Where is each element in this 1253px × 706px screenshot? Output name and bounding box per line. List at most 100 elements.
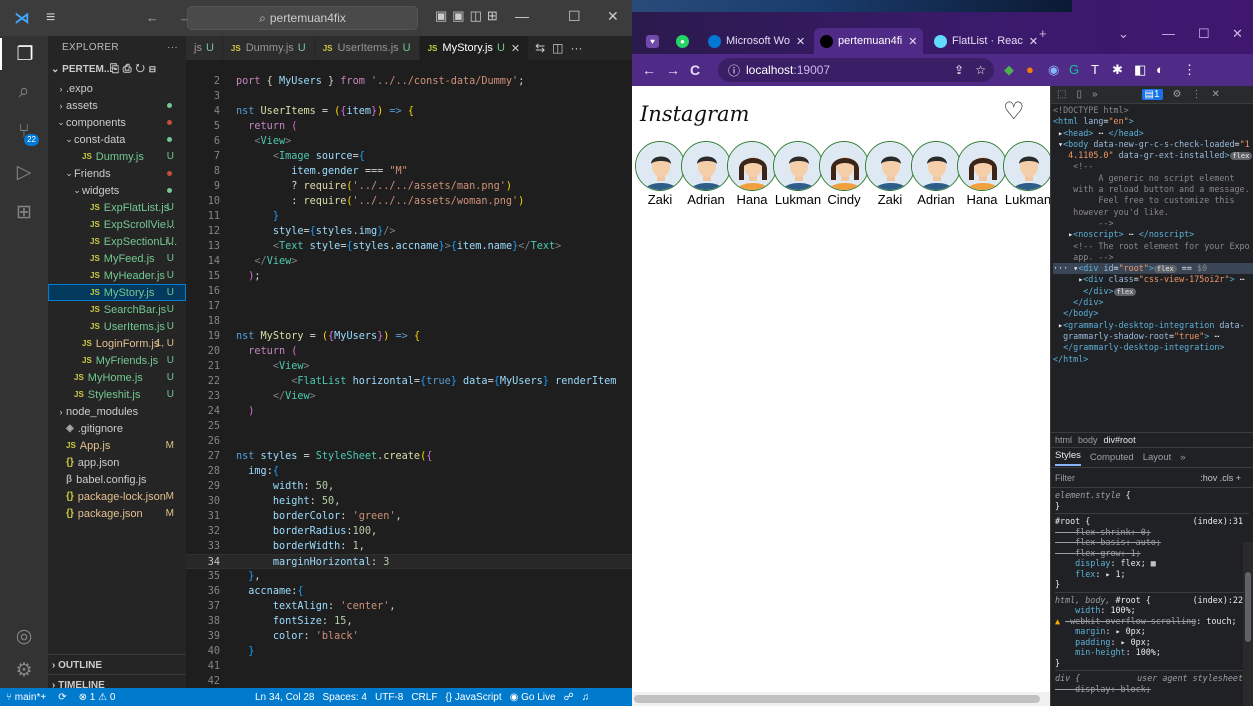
- extension-shield-icon[interactable]: ◆: [1004, 62, 1014, 78]
- horizontal-scrollbar[interactable]: [632, 692, 1050, 706]
- extensions-icon[interactable]: ⊞: [0, 196, 48, 228]
- filter-tools[interactable]: :hov .cls +: [1200, 473, 1241, 483]
- heart-icon[interactable]: ♡: [1003, 97, 1025, 126]
- address-bar[interactable]: ⓘ localhost:19007 ⇪ ☆: [718, 58, 994, 82]
- devtools-tab[interactable]: Layout: [1143, 452, 1172, 463]
- man-avatar[interactable]: [865, 141, 915, 191]
- story-item[interactable]: Cindy: [819, 141, 869, 207]
- prop-display[interactable]: display: flex; ▦: [1055, 558, 1249, 569]
- tree-item[interactable]: JS MyFriends.js U: [48, 352, 186, 369]
- rule-root[interactable]: #root {(index):31: [1055, 516, 1249, 527]
- editor-tab[interactable]: JS MyStory.js U ✕: [419, 36, 530, 60]
- prop-min-height[interactable]: min-height: 100%;: [1055, 647, 1249, 658]
- command-center-search[interactable]: ⌕ pertemuan4fix: [187, 6, 418, 30]
- browser-tab[interactable]: Microsoft Wo ✕: [702, 30, 811, 52]
- compare-icon[interactable]: ⇆: [535, 41, 545, 55]
- tree-item[interactable]: JS LoginForm.js 1, U: [48, 335, 186, 352]
- tree-item[interactable]: JS App.js M: [48, 437, 186, 454]
- story-item[interactable]: Lukman: [773, 141, 823, 207]
- more-actions-icon[interactable]: ···: [167, 42, 178, 53]
- back-icon[interactable]: ←: [642, 62, 656, 78]
- sync-icon[interactable]: ⟳: [52, 692, 72, 703]
- share-icon[interactable]: ⇪: [954, 63, 964, 77]
- side-panel-icon[interactable]: ◧: [1134, 62, 1146, 78]
- maximize-icon[interactable]: ☐: [568, 8, 581, 25]
- source-control-icon[interactable]: ⑂ 22: [0, 116, 48, 148]
- breadcrumb-item[interactable]: body: [1078, 435, 1098, 445]
- tree-item[interactable]: JS ExpScrollVie... U: [48, 216, 186, 233]
- breadcrumb-item[interactable]: div#root: [1104, 435, 1136, 445]
- dom-html[interactable]: <html lang="en">: [1053, 116, 1253, 127]
- elements-tree[interactable]: <!DOCTYPE html> <html lang="en"> ▸<head>…: [1051, 104, 1253, 432]
- man-avatar[interactable]: [1003, 141, 1050, 191]
- styles-scrollbar[interactable]: [1243, 542, 1253, 706]
- grammarly-icon[interactable]: G: [1069, 62, 1079, 77]
- code-editor[interactable]: 2 port { MyUsers } from '../../const-data…: [186, 60, 632, 688]
- man-avatar[interactable]: [911, 141, 961, 191]
- tab-list-chevron-icon[interactable]: ⌄: [1118, 26, 1129, 42]
- close-devtools-icon[interactable]: ✕: [1212, 89, 1220, 100]
- extension-fox-icon[interactable]: ●: [1026, 62, 1034, 77]
- minimize-icon[interactable]: —: [515, 8, 529, 24]
- browser-tab[interactable]: FlatList · Reac ✕: [928, 30, 1044, 52]
- devtools-menu-icon[interactable]: ⋮: [1192, 89, 1202, 100]
- search-icon[interactable]: ⌕: [0, 76, 48, 108]
- device-toggle-icon[interactable]: ▯: [1076, 89, 1082, 100]
- prop-width[interactable]: width: 100%;: [1055, 605, 1249, 616]
- tab-search-icon[interactable]: ♥: [640, 30, 670, 52]
- prop-flex-shrink[interactable]: flex-shrink: 0;: [1055, 527, 1249, 538]
- tree-item[interactable]: ⌄ widgets: [48, 182, 186, 199]
- man-avatar[interactable]: [681, 141, 731, 191]
- tree-item[interactable]: JS Styleshit.js U: [48, 386, 186, 403]
- man-avatar[interactable]: [773, 141, 823, 191]
- rule-html-body-root[interactable]: html, body, #root {(index):22: [1055, 595, 1249, 606]
- chrome-menu-icon[interactable]: ⋮: [1183, 62, 1196, 78]
- cursor-position[interactable]: Ln 34, Col 28: [255, 692, 315, 703]
- tree-item[interactable]: β babel.config.js: [48, 471, 186, 488]
- account-icon[interactable]: ◎: [0, 620, 48, 652]
- tree-item[interactable]: JS ExpSectionLi... U: [48, 233, 186, 250]
- line-endings[interactable]: CRLF: [411, 692, 437, 703]
- story-item[interactable]: Hana: [727, 141, 777, 207]
- explorer-actions-icons[interactable]: ⎘⎙↻⊟: [110, 63, 160, 76]
- layout-toggle-icons[interactable]: ▣▣◫⊞: [435, 8, 503, 24]
- dom-div-root-selected[interactable]: ··· ▾<div id="root"> flex == $0: [1053, 263, 1253, 275]
- close-tab-icon[interactable]: ✕: [511, 42, 520, 55]
- editor-tab[interactable]: JS UserItems.js U: [314, 36, 420, 60]
- tree-item[interactable]: ⌄ const-data: [48, 131, 186, 148]
- prop-padding[interactable]: padding: ▸ 0px;: [1055, 637, 1249, 648]
- dom-div-css-view[interactable]: ▸<div class="css-view-175oi2r"> ⋯: [1053, 274, 1253, 285]
- scrollbar-thumb[interactable]: [1245, 572, 1251, 642]
- issues-badge[interactable]: ▤1: [1141, 89, 1163, 100]
- devtools-tab[interactable]: Computed: [1090, 452, 1134, 463]
- tree-item[interactable]: ◈ .gitignore: [48, 420, 186, 437]
- close-icon[interactable]: ✕: [1232, 26, 1243, 42]
- settings-gear-icon[interactable]: ⚙: [1173, 89, 1182, 100]
- menu-hamburger-icon[interactable]: ≡: [46, 9, 55, 27]
- run-debug-icon[interactable]: ▷: [0, 156, 48, 188]
- settings-gear-icon[interactable]: ⚙: [0, 654, 48, 686]
- story-item[interactable]: Hana: [957, 141, 1007, 207]
- split-editor-icon[interactable]: ◫: [552, 41, 563, 55]
- filter-input[interactable]: Filter: [1055, 473, 1075, 483]
- more-panels-icon[interactable]: »: [1092, 89, 1098, 100]
- site-info-icon[interactable]: ⓘ: [728, 62, 740, 79]
- outline-section[interactable]: › OUTLINE: [48, 654, 186, 676]
- extensions-puzzle-icon[interactable]: ✱: [1112, 62, 1123, 78]
- dom-grammarly[interactable]: ▸<grammarly-desktop-integration data-: [1053, 320, 1253, 331]
- inspect-icon[interactable]: ⬚: [1057, 89, 1066, 100]
- tree-item[interactable]: JS SearchBar.js U: [48, 301, 186, 318]
- notifications-bell-icon[interactable]: ♫: [582, 692, 590, 703]
- dom-head[interactable]: ▸<head> ⋯ </head>: [1053, 128, 1253, 139]
- extension-t-icon[interactable]: T: [1091, 62, 1099, 77]
- editor-tab[interactable]: js U: [186, 36, 223, 60]
- story-item[interactable]: Lukman: [1003, 141, 1050, 207]
- story-item[interactable]: Adrian: [911, 141, 961, 207]
- project-folder-header[interactable]: ⌄ PERTEM... ⎘⎙↻⊟: [48, 58, 186, 80]
- problems-count[interactable]: ⊗ 1 ⚠ 0: [73, 692, 122, 703]
- browser-tab[interactable]: pertemuan4fi ✕: [814, 28, 924, 54]
- new-tab-icon[interactable]: +: [1039, 26, 1047, 41]
- tree-item[interactable]: {} package-lock.json M: [48, 488, 186, 505]
- more-actions-icon[interactable]: ···: [571, 41, 583, 55]
- dom-noscript[interactable]: ▸<noscript> ⋯ </noscript>: [1053, 229, 1253, 240]
